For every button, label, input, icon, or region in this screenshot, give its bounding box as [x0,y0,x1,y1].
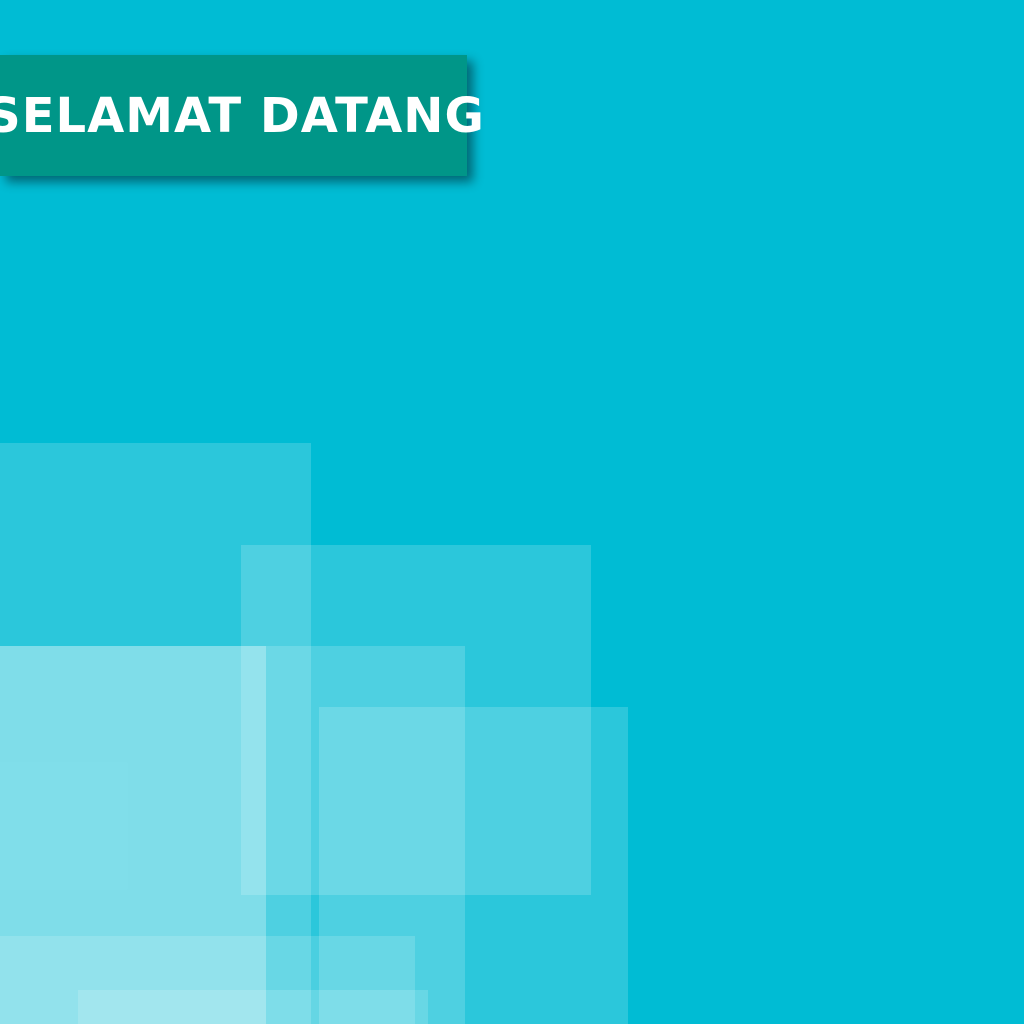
welcome-banner: SELAMAT DATANG [0,55,484,176]
welcome-slide: SELAMAT DATANG [0,0,1024,1024]
decorative-square [78,990,428,1024]
banner-title: SELAMAT DATANG [0,87,485,144]
